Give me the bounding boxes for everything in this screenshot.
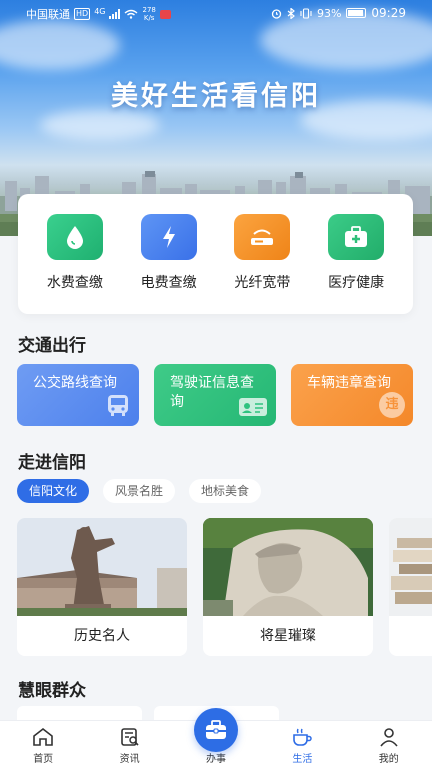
- card-label: 公交路线查询: [33, 375, 117, 391]
- driver-license-card[interactable]: 驾驶证信息查询: [154, 364, 276, 426]
- vibrate-icon: [300, 7, 312, 19]
- signal-icon: [109, 9, 121, 19]
- service-label: 光纤宽带: [234, 275, 291, 291]
- briefcase-icon: [206, 720, 226, 739]
- tab-culture[interactable]: 信阳文化: [17, 479, 90, 503]
- nav-label: 资讯: [119, 754, 140, 765]
- violation-query-card[interactable]: 车辆违章查询 违: [291, 364, 413, 426]
- alarm-icon: [271, 8, 282, 19]
- id-card-icon: [239, 398, 267, 416]
- coffee-cup-icon: [293, 728, 313, 746]
- nav-news[interactable]: 资讯: [86, 721, 172, 768]
- card-historical-figures[interactable]: 历史名人: [17, 518, 187, 656]
- nav-life[interactable]: 生活: [259, 721, 345, 768]
- explore-card-carousel: 历史名人 将星璀璨: [17, 518, 432, 656]
- speed-unit: K/s: [143, 14, 155, 22]
- service-label: 电费查缴: [140, 275, 197, 291]
- community-section-title: 慧眼群众: [18, 681, 86, 701]
- traffic-cards: 公交路线查询 驾驶证信息查询 车辆违章查询 违: [17, 364, 413, 426]
- service-broadband[interactable]: 光纤宽带: [221, 214, 303, 314]
- service-water-bill[interactable]: 水费查缴: [34, 214, 116, 314]
- nav-label: 办事: [205, 754, 226, 765]
- person-icon: [380, 728, 398, 747]
- card-books-partial[interactable]: [389, 518, 432, 656]
- quick-services-card: 水费查缴 电费查缴 光纤宽带 医疗健康: [18, 194, 413, 314]
- nav-label: 首页: [33, 754, 54, 765]
- card-label: 车辆违章查询: [307, 375, 391, 391]
- clock: 09:29: [371, 6, 406, 20]
- tab-food[interactable]: 地标美食: [189, 479, 262, 503]
- lightning-icon: [140, 214, 197, 260]
- explore-tabs: 信阳文化 风景名胜 地标美食: [17, 479, 262, 503]
- card-caption: 历史名人: [74, 628, 130, 644]
- battery-icon: [346, 8, 367, 18]
- explore-section-title: 走进信阳: [18, 453, 86, 473]
- home-icon: [33, 727, 53, 746]
- card-caption: [389, 616, 432, 656]
- service-label: 水费查缴: [46, 275, 103, 291]
- service-label: 医疗健康: [328, 275, 385, 291]
- service-medical[interactable]: 医疗健康: [315, 214, 397, 314]
- books-image: [389, 518, 432, 616]
- news-icon: [120, 728, 139, 746]
- network-type: 4G: [94, 6, 106, 16]
- hero-title: 美好生活看信阳: [111, 81, 321, 112]
- speed-value: 278: [142, 6, 156, 14]
- router-icon: [234, 214, 291, 260]
- nav-label: 我的: [378, 754, 399, 765]
- traffic-section-title: 交通出行: [18, 336, 86, 356]
- services-fab-button[interactable]: [194, 708, 238, 752]
- status-bar: 中国联通 HD 4G 278 K/s 93% 09:29: [0, 0, 432, 26]
- bus-icon: [108, 395, 128, 416]
- service-electric-bill[interactable]: 电费查缴: [128, 214, 210, 314]
- statue-image: [17, 518, 187, 616]
- bluetooth-icon: [287, 7, 295, 19]
- water-drop-icon: [46, 214, 103, 260]
- violation-badge-icon: 违: [379, 392, 405, 418]
- wifi-icon: [125, 9, 138, 19]
- bus-route-card[interactable]: 公交路线查询: [17, 364, 139, 426]
- card-generals[interactable]: 将星璀璨: [203, 518, 373, 656]
- notification-icon: [159, 9, 171, 19]
- network-speed: 278 K/s: [142, 6, 155, 22]
- hd-badge: HD: [74, 8, 91, 20]
- battery-percent: 93%: [316, 6, 342, 20]
- medical-kit-icon: [328, 214, 385, 260]
- tab-scenery[interactable]: 风景名胜: [103, 479, 176, 503]
- card-caption: 将星璀璨: [260, 628, 316, 644]
- nav-home[interactable]: 首页: [0, 721, 86, 768]
- nav-mine[interactable]: 我的: [346, 721, 432, 768]
- general-relief-image: [203, 518, 373, 616]
- carrier-name: 中国联通: [26, 8, 70, 21]
- nav-label: 生活: [292, 754, 313, 765]
